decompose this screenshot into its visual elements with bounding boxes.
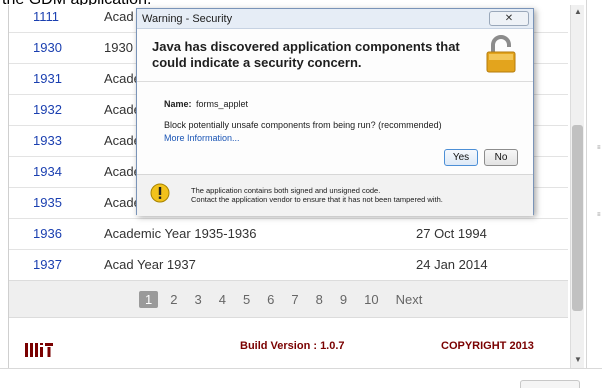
more-information-link[interactable]: More Information... xyxy=(164,133,240,143)
screenshot: the GDM application. 1111Acad Year 11112… xyxy=(0,0,602,388)
resize-handle[interactable]: ≡ xyxy=(597,212,601,218)
dialog-title: Warning - Security xyxy=(142,13,233,25)
page-link-7[interactable]: 7 xyxy=(291,292,298,307)
page-link-1[interactable]: 1 xyxy=(139,291,159,308)
name-value: forms_applet xyxy=(196,99,249,109)
side-panel: ≡ ≡ xyxy=(586,0,602,368)
page-link-3[interactable]: 3 xyxy=(194,292,201,307)
row-code-link[interactable]: 1937 xyxy=(33,257,62,272)
resize-handle[interactable]: ≡ xyxy=(597,145,601,151)
mit-logo xyxy=(25,343,53,357)
row-description: 1930 xyxy=(104,40,133,55)
vertical-scrollbar[interactable]: ▲ ▼ xyxy=(570,5,584,368)
no-button[interactable]: No xyxy=(484,149,518,166)
row-code-link[interactable]: 1936 xyxy=(33,226,62,241)
pagination: 1 2 3 4 5 6 7 8 9 10 Next xyxy=(139,291,439,308)
next-page-link[interactable]: Next xyxy=(396,292,423,307)
page-link-10[interactable]: 10 xyxy=(364,292,378,307)
yes-button[interactable]: Yes xyxy=(444,149,478,166)
warning-icon xyxy=(150,183,170,203)
security-warning-dialog: Warning - Security ✕ Java has discovered… xyxy=(136,8,534,216)
dialog-divider xyxy=(137,81,533,82)
dialog-titlebar[interactable]: Warning - Security ✕ xyxy=(137,9,533,29)
page-footer: Build Version : 1.0.7 COPYRIGHT 2013 xyxy=(9,318,568,368)
name-label: Name: xyxy=(164,99,192,109)
row-code-link[interactable]: 1111 xyxy=(33,9,59,24)
table-row[interactable]: 1936 Academic Year 1935-1936 27 Oct 1994 xyxy=(9,219,568,250)
warning-text: The application contains both signed and… xyxy=(191,186,443,204)
copyright-text: COPYRIGHT 2013 xyxy=(441,340,534,352)
lock-icon xyxy=(486,35,516,73)
pagination-bar: 1 2 3 4 5 6 7 8 9 10 Next xyxy=(9,280,568,318)
bottom-bar xyxy=(0,368,602,388)
page-link-2[interactable]: 2 xyxy=(170,292,177,307)
block-question: Block potentially unsafe components from… xyxy=(164,120,442,130)
table-row[interactable]: 1937 Acad Year 1937 24 Jan 2014 xyxy=(9,250,568,281)
row-code-link[interactable]: 1930 xyxy=(33,40,62,55)
chevron-up-icon[interactable]: ▲ xyxy=(573,7,583,17)
row-description: Academic Year 1935-1936 xyxy=(104,226,257,241)
build-version: Build Version : 1.0.7 xyxy=(240,340,345,352)
chevron-down-icon[interactable]: ▼ xyxy=(573,355,583,365)
row-date: 27 Oct 1994 xyxy=(416,226,487,241)
warning-footer: The application contains both signed and… xyxy=(137,174,533,216)
row-description: Acad Year 1937 xyxy=(104,257,196,272)
page-link-6[interactable]: 6 xyxy=(267,292,274,307)
close-icon[interactable]: ✕ xyxy=(489,11,529,26)
row-code-link[interactable]: 1932 xyxy=(33,102,62,117)
warning-line-1: The application contains both signed and… xyxy=(191,186,381,195)
row-code-link[interactable]: 1934 xyxy=(33,164,62,179)
page-link-5[interactable]: 5 xyxy=(243,292,250,307)
scrollbar-thumb[interactable] xyxy=(572,125,583,311)
row-code-link[interactable]: 1931 xyxy=(33,71,62,86)
row-code-link[interactable]: 1935 xyxy=(33,195,62,210)
page-link-9[interactable]: 9 xyxy=(340,292,347,307)
warning-line-2: Contact the application vendor to ensure… xyxy=(191,195,443,204)
bottom-button[interactable] xyxy=(520,380,580,388)
row-date: 24 Jan 2014 xyxy=(416,257,488,272)
dialog-heading: Java has discovered application componen… xyxy=(152,39,460,70)
page-link-4[interactable]: 4 xyxy=(219,292,226,307)
page-link-8[interactable]: 8 xyxy=(316,292,323,307)
row-code-link[interactable]: 1933 xyxy=(33,133,62,148)
